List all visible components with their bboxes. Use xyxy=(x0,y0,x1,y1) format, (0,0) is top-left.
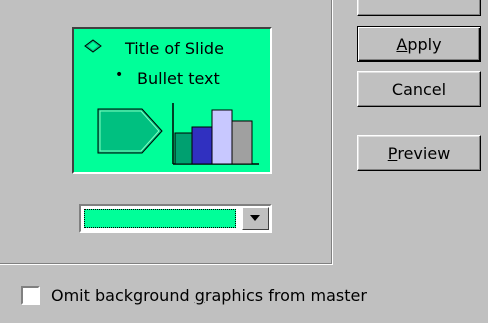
slide-preview: Title of Slide • Bullet text xyxy=(72,27,272,174)
dropdown-arrow-icon xyxy=(250,215,260,221)
selected-color-swatch xyxy=(84,209,236,228)
preview-button[interactable]: Preview xyxy=(357,135,481,171)
apply-button[interactable]: Apply xyxy=(357,26,481,62)
background-color-dropdown[interactable] xyxy=(79,204,272,233)
diamond-icon xyxy=(84,39,102,57)
omit-background-checkbox[interactable] xyxy=(21,286,40,305)
dropdown-button[interactable] xyxy=(242,207,269,230)
bar-chart-icon xyxy=(170,103,260,169)
slide-title: Title of Slide xyxy=(125,39,224,58)
apply-accelerator: A xyxy=(396,35,408,54)
preview-accelerator: P xyxy=(387,144,398,163)
cancel-button[interactable]: Cancel xyxy=(357,71,481,107)
arrow-shape-icon xyxy=(96,107,166,159)
bullet-text: Bullet text xyxy=(137,69,220,88)
omit-background-label[interactable]: Omit background graphics from master xyxy=(51,286,367,305)
top-button-partial[interactable] xyxy=(357,0,481,16)
bullet-symbol: • xyxy=(115,67,124,83)
